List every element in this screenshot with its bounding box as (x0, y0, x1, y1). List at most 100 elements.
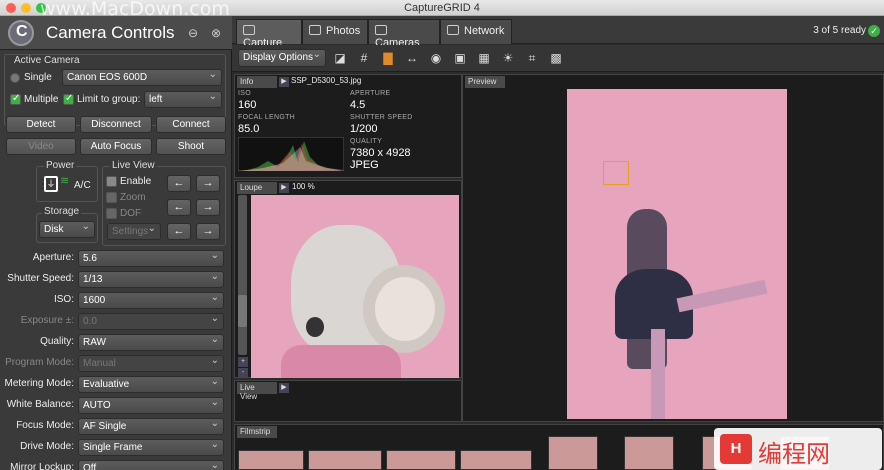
limit-group-label: Limit to group: (77, 94, 141, 105)
disconnect-button[interactable]: Disconnect (80, 116, 152, 133)
detect-button[interactable]: Detect (6, 116, 76, 133)
liveview-right-arrow-button-2[interactable]: → (196, 199, 220, 216)
connect-button[interactable]: Connect (156, 116, 226, 133)
setting-select[interactable]: 0.0 (78, 313, 224, 330)
loupe-zoom-value: 100 % (292, 182, 315, 191)
capture-icon (243, 25, 255, 35)
setting-select[interactable]: 1/13 (78, 271, 224, 288)
iso-value: 160 (238, 99, 257, 111)
loupe-image (251, 195, 459, 378)
setting-label: Focus Mode: (16, 420, 74, 431)
filmstrip-thumbnail[interactable] (548, 436, 598, 470)
tab-photos-label: Photos (326, 25, 361, 37)
multiple-label: Multiple (24, 94, 59, 105)
enable-label: Enable (120, 176, 152, 187)
storage-label: Storage (42, 206, 82, 217)
loupe-pane: Loupe ▶ 100 % + - (234, 180, 462, 378)
badge-logo-icon: H (720, 434, 752, 464)
liveview-settings-select[interactable]: Settings (107, 223, 161, 240)
power-label: Power (44, 160, 77, 171)
checkerboard-icon[interactable]: ▦ (476, 50, 492, 66)
close-panel-icon[interactable]: ⊗ (209, 26, 223, 40)
brightness-icon[interactable]: ☀ (500, 50, 516, 66)
info-pane: Info ▶ SSP_D5300_53.jpg ISO 160 APERTURE… (234, 74, 462, 178)
single-radio[interactable] (10, 73, 20, 83)
storage-select[interactable]: Disk (39, 221, 95, 238)
auto-focus-button[interactable]: Auto Focus (80, 138, 152, 155)
liveview-left-arrow-button-3[interactable]: ← (167, 223, 191, 240)
loupe-zoom-slider[interactable] (238, 195, 247, 355)
setting-select[interactable]: Single Frame (78, 439, 224, 456)
badge-text: 编程网 (758, 440, 830, 468)
exposure-icon[interactable]: ◪ (332, 50, 348, 66)
info-label: Info (237, 76, 277, 88)
shutter-key: SHUTTER SPEED (350, 114, 413, 121)
limit-group-checkbox[interactable] (63, 93, 74, 105)
liveview-left-arrow-button[interactable]: ← (167, 175, 191, 192)
liveview-left-arrow-button-2[interactable]: ← (167, 199, 191, 216)
display-options-select[interactable]: Display Options (238, 49, 326, 67)
zoom-in-button[interactable]: + (238, 357, 248, 367)
shoot-button[interactable]: Shoot (156, 138, 226, 155)
compare-icon[interactable]: ▣ (452, 50, 468, 66)
liveview-right-arrow-button[interactable]: → (196, 175, 220, 192)
video-button[interactable]: Video (6, 138, 76, 155)
tab-photos[interactable]: Photos (302, 19, 368, 44)
tab-network[interactable]: Network (440, 19, 512, 44)
filmstrip-thumbnail[interactable] (386, 450, 456, 470)
setting-select[interactable]: AF Single (78, 418, 224, 435)
snapshot-icon[interactable]: ◉ (428, 50, 444, 66)
camera-select[interactable]: Canon EOS 600D (62, 69, 222, 86)
grid-icon[interactable]: # (356, 50, 372, 66)
qr-icon[interactable]: ▩ (548, 50, 564, 66)
minimize-panel-icon[interactable]: ⊖ (186, 26, 200, 40)
capture-toolbar: Display Options ◪ # ▇ ↔ ◉ ▣ ▦ ☀ ⌗ ▩ (232, 45, 884, 72)
crop-icon[interactable]: ⌗ (524, 50, 540, 66)
setting-select[interactable]: RAW (78, 334, 224, 351)
group-select[interactable]: left (144, 91, 222, 108)
setting-select[interactable]: Off (78, 460, 224, 470)
loupe-zoom-slider-thumb[interactable] (238, 295, 247, 327)
tab-bar: Capture Photos Cameras Network 3 of 5 re… (232, 16, 884, 49)
active-camera-label: Active Camera (14, 55, 80, 66)
histogram-icon[interactable]: ▇ (380, 50, 396, 66)
multiple-checkbox[interactable] (10, 93, 21, 105)
quality-dims: 7380 x 4928 (350, 147, 411, 159)
zoom-out-button[interactable]: - (238, 368, 248, 378)
preview-label: Preview (465, 76, 505, 88)
setting-select[interactable]: 5.6 (78, 250, 224, 267)
loupe-play-icon[interactable]: ▶ (279, 183, 289, 193)
setting-select[interactable]: Evaluative (78, 376, 224, 393)
filmstrip-thumbnail[interactable] (238, 450, 304, 470)
setting-select[interactable]: 1600 (78, 292, 224, 309)
enable-checkbox[interactable] (106, 176, 117, 187)
info-play-icon[interactable]: ▶ (279, 77, 289, 87)
setting-label: ISO: (53, 294, 74, 305)
aperture-key: APERTURE (350, 90, 391, 97)
setting-label: Program Mode: (5, 357, 74, 368)
histogram-chart (238, 137, 344, 171)
filmstrip-thumbnail[interactable] (308, 450, 382, 470)
main-area: Capture Photos Cameras Network 3 of 5 re… (232, 16, 884, 470)
live-view-play-icon[interactable]: ▶ (279, 383, 289, 393)
setting-label: Mirror Lockup: (10, 462, 74, 470)
power-value: A/C (74, 180, 91, 191)
setting-label: Aperture: (32, 252, 74, 263)
quality-key: QUALITY (350, 138, 383, 145)
setting-select[interactable]: AUTO (78, 397, 224, 414)
dof-checkbox[interactable] (106, 208, 117, 219)
loupe-label: Loupe (237, 182, 277, 194)
focal-key: FOCAL LENGTH (238, 114, 296, 121)
tab-capture[interactable]: Capture (236, 19, 302, 49)
camera-controls-panel: Camera Controls ⊖ ⊗ Active Camera Single… (0, 16, 232, 470)
filmstrip-thumbnail[interactable] (624, 436, 674, 470)
fit-width-icon[interactable]: ↔ (404, 50, 420, 66)
panel-title: Camera Controls (46, 23, 175, 42)
zoom-checkbox[interactable] (106, 192, 117, 203)
tab-cameras[interactable]: Cameras (368, 19, 440, 49)
ready-check-icon: ✓ (868, 25, 880, 37)
filmstrip-thumbnail[interactable] (460, 450, 532, 470)
single-label: Single (24, 72, 52, 83)
setting-select[interactable]: Manual (78, 355, 224, 372)
liveview-right-arrow-button-3[interactable]: → (196, 223, 220, 240)
